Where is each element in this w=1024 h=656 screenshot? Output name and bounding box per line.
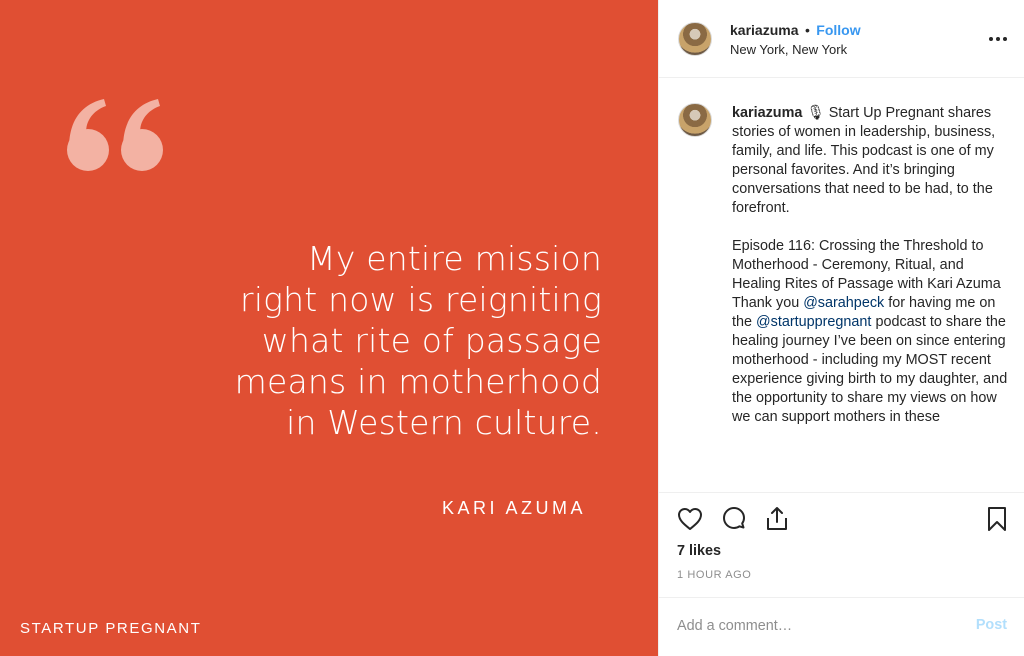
post-header: kariazuma • Follow New York, New York	[659, 0, 1024, 78]
quote-line: means in motherhood	[234, 362, 602, 401]
caption-area[interactable]: kariazuma 🎙 Start Up Pregnant shares sto…	[659, 79, 1024, 493]
quote-mark-icon	[67, 99, 163, 171]
avatar[interactable]	[678, 22, 712, 56]
action-bar	[659, 505, 1024, 535]
quote-line: My entire mission	[307, 239, 602, 278]
post-side-panel: kariazuma • Follow New York, New York ka…	[658, 0, 1024, 656]
comment-input[interactable]	[677, 614, 947, 638]
microphone-emoji: 🎙	[806, 105, 825, 121]
brand-label: STARTUP PREGNANT	[20, 620, 202, 637]
quote-line: right now is reigniting	[240, 280, 602, 319]
caption-username[interactable]: kariazuma	[732, 105, 802, 121]
caption-thanks-suffix: podcast to share the healing journey I’v…	[732, 314, 1008, 425]
comment-bar: Post	[659, 597, 1024, 656]
ellipsis-icon[interactable]	[988, 36, 1008, 42]
post-timestamp[interactable]: 1 HOUR AGO	[677, 569, 751, 581]
mention-link[interactable]: @sarahpeck	[803, 295, 884, 311]
quote-line: in Western culture.	[286, 403, 602, 442]
quote-text: My entire mission right now is reignitin…	[82, 238, 602, 443]
quote-author: KARI AZUMA	[441, 498, 586, 518]
follow-button[interactable]: Follow	[816, 22, 860, 38]
username-link[interactable]: kariazuma	[730, 22, 798, 38]
heart-icon[interactable]	[676, 505, 704, 533]
likes-count[interactable]: 7 likes	[677, 543, 721, 559]
caption-intro: Start Up Pregnant shares stories of wome…	[732, 105, 996, 216]
location-link[interactable]: New York, New York	[730, 42, 861, 57]
caption-thanks-prefix: Thank you	[732, 295, 800, 311]
quote-line: what rite of passage	[261, 321, 602, 360]
comment-icon[interactable]	[720, 505, 748, 533]
caption-text: kariazuma 🎙 Start Up Pregnant shares sto…	[732, 104, 1016, 427]
caption-avatar[interactable]	[678, 103, 712, 137]
post-image[interactable]: My entire mission right now is reignitin…	[0, 0, 658, 656]
share-icon[interactable]	[763, 505, 791, 533]
post-button[interactable]: Post	[976, 617, 1007, 633]
mention-link[interactable]: @startuppregnant	[756, 314, 871, 330]
header-text: kariazuma • Follow New York, New York	[730, 22, 861, 57]
bookmark-icon[interactable]	[983, 505, 1011, 533]
separator-dot: •	[804, 22, 810, 38]
caption-episode: Episode 116: Crossing the Threshold to M…	[732, 238, 1001, 292]
